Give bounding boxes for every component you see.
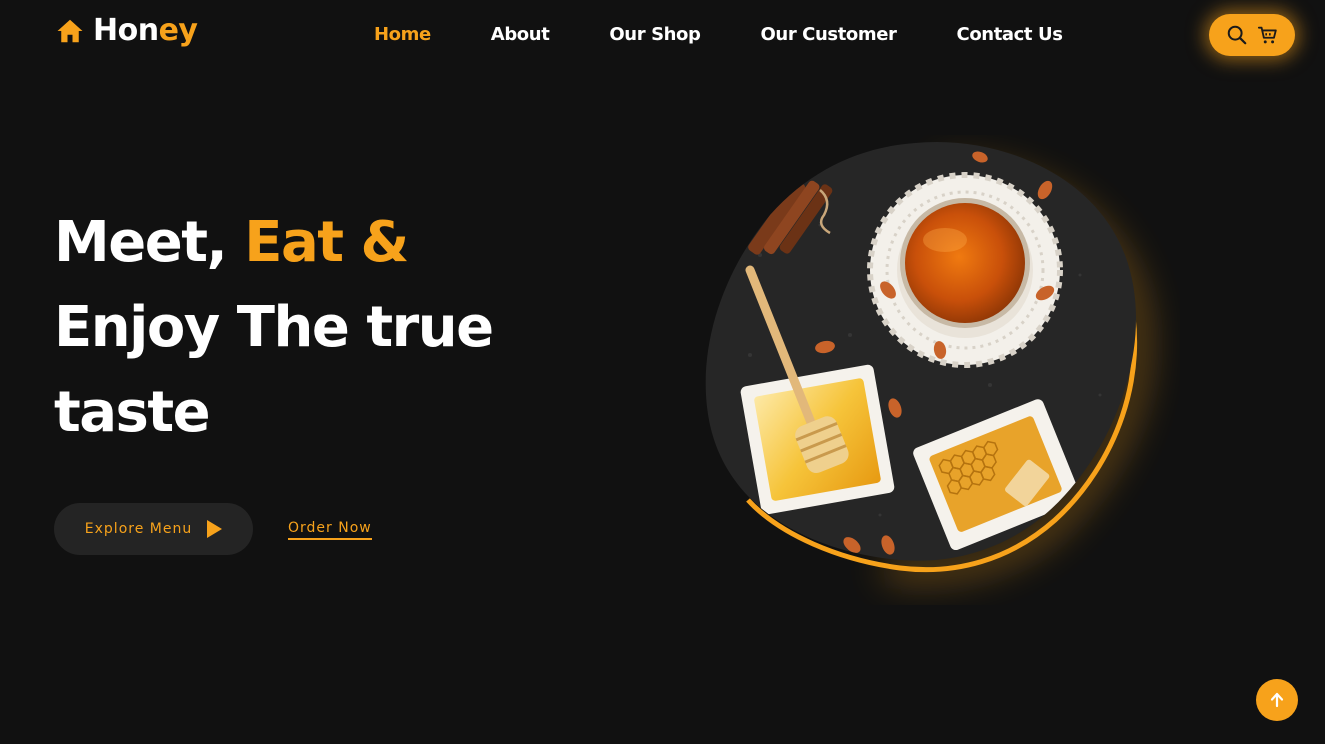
cart-icon[interactable] (1257, 24, 1279, 46)
brand-name: Honey (93, 13, 198, 48)
play-icon (207, 520, 223, 538)
explore-menu-button[interactable]: Explore Menu (54, 503, 253, 555)
scroll-to-top-button[interactable] (1256, 679, 1298, 721)
home-icon (57, 19, 83, 43)
order-now-link[interactable]: Order Now (288, 520, 372, 540)
main-nav: Home About Our Shop Our Customer Contact… (374, 24, 1063, 45)
hero-title-line2: Enjoy The true (54, 295, 494, 360)
nav-our-customer[interactable]: Our Customer (761, 24, 897, 45)
hero-title-line1: Meet, Eat & (54, 210, 409, 275)
header-actions (1209, 14, 1295, 56)
explore-menu-label: Explore Menu (84, 521, 193, 537)
nav-about[interactable]: About (491, 24, 550, 45)
hero-title: Meet, Eat & Enjoy The true taste (54, 200, 494, 455)
nav-contact-us[interactable]: Contact Us (957, 24, 1063, 45)
nav-home[interactable]: Home (374, 24, 431, 45)
brand-logo[interactable]: Honey (55, 13, 198, 48)
hero-title-line3: taste (54, 380, 211, 445)
arrow-up-icon (1270, 692, 1284, 708)
nav-our-shop[interactable]: Our Shop (609, 24, 700, 45)
search-icon[interactable] (1226, 24, 1248, 46)
hero-honey-image (705, 141, 1148, 580)
